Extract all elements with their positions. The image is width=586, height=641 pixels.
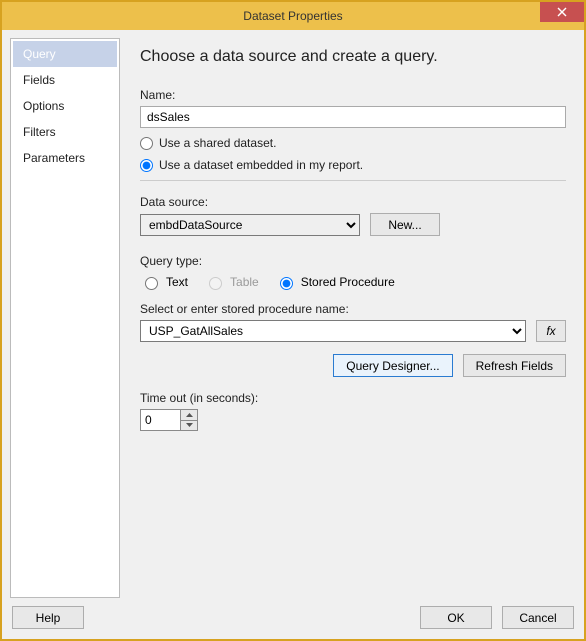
ok-button[interactable]: OK [420, 606, 492, 629]
sidebar-item-filters[interactable]: Filters [13, 119, 117, 145]
dataset-mode-shared-radio[interactable] [140, 137, 153, 150]
expression-button[interactable]: fx [536, 320, 566, 342]
storedproc-select[interactable]: USP_GatAllSales [140, 320, 526, 342]
divider [140, 180, 566, 181]
dataset-mode-embedded-label: Use a dataset embedded in my report. [159, 158, 363, 172]
querytype-sp-label: Stored Procedure [301, 275, 395, 289]
dialog-window: Dataset Properties Query Fields Options … [0, 0, 586, 641]
querytype-text-radio[interactable] [145, 277, 158, 290]
titlebar: Dataset Properties [2, 2, 584, 30]
window-title: Dataset Properties [2, 9, 584, 23]
sidebar-item-fields[interactable]: Fields [13, 67, 117, 93]
new-datasource-button[interactable]: New... [370, 213, 440, 236]
sidebar-item-options[interactable]: Options [13, 93, 117, 119]
querytype-table-radio [209, 277, 222, 290]
timeout-row [140, 409, 566, 431]
querytype-label: Query type: [140, 254, 566, 268]
refresh-fields-button[interactable]: Refresh Fields [463, 354, 566, 377]
close-icon [557, 7, 567, 17]
storedproc-row: USP_GatAllSales fx [140, 320, 566, 342]
dataset-mode-shared-row[interactable]: Use a shared dataset. [140, 136, 566, 150]
querytype-sp-option[interactable]: Stored Procedure [275, 274, 395, 290]
storedproc-label: Select or enter stored procedure name: [140, 302, 566, 316]
timeout-spinner [180, 409, 198, 431]
sidebar: Query Fields Options Filters Parameters [10, 38, 120, 598]
querytype-table-option: Table [204, 274, 259, 290]
dialog-body: Query Fields Options Filters Parameters … [2, 30, 584, 598]
chevron-up-icon [186, 413, 193, 417]
fx-icon: fx [546, 324, 555, 338]
query-designer-button[interactable]: Query Designer... [333, 354, 452, 377]
querytype-sp-radio[interactable] [280, 277, 293, 290]
querytype-text-label: Text [166, 275, 188, 289]
content-panel: Choose a data source and create a query.… [126, 38, 576, 598]
datasource-select[interactable]: embdDataSource [140, 214, 360, 236]
timeout-label: Time out (in seconds): [140, 391, 566, 405]
querytype-row: Text Table Stored Procedure [140, 274, 566, 290]
sidebar-item-query[interactable]: Query [13, 41, 117, 67]
help-button[interactable]: Help [12, 606, 84, 629]
sidebar-item-parameters[interactable]: Parameters [13, 145, 117, 171]
timeout-input[interactable] [140, 409, 180, 431]
dataset-mode-shared-label: Use a shared dataset. [159, 136, 276, 150]
close-button[interactable] [540, 2, 584, 22]
query-actions-row: Query Designer... Refresh Fields [140, 354, 566, 377]
querytype-table-label: Table [230, 275, 259, 289]
chevron-down-icon [186, 423, 193, 427]
datasource-row: embdDataSource New... [140, 213, 566, 236]
datasource-label: Data source: [140, 195, 566, 209]
page-heading: Choose a data source and create a query. [140, 48, 566, 66]
timeout-spin-up[interactable] [181, 410, 197, 421]
dataset-mode-embedded-radio[interactable] [140, 159, 153, 172]
name-input[interactable] [140, 106, 566, 128]
name-label: Name: [140, 88, 566, 102]
cancel-button[interactable]: Cancel [502, 606, 574, 629]
dataset-mode-embedded-row[interactable]: Use a dataset embedded in my report. [140, 158, 566, 172]
timeout-spin-down[interactable] [181, 421, 197, 431]
dialog-footer: Help OK Cancel [2, 598, 584, 639]
querytype-text-option[interactable]: Text [140, 274, 188, 290]
